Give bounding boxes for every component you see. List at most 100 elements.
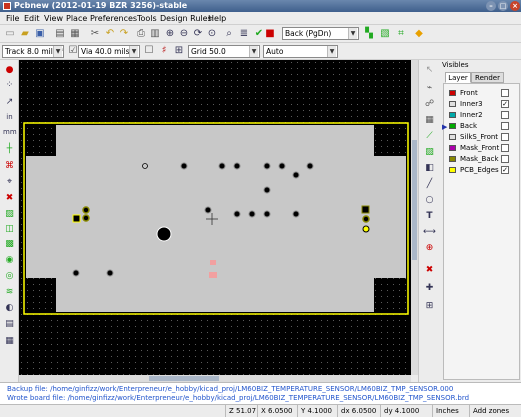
grid-icon[interactable]: ⊞ xyxy=(172,44,186,58)
track-width-select[interactable]: Track 8.0 mils * ▼ xyxy=(2,45,64,58)
layer-checkbox[interactable] xyxy=(501,144,509,152)
layer-checkbox[interactable]: ✓ xyxy=(501,100,509,108)
grid-origin-icon[interactable]: ⊞ xyxy=(423,300,436,313)
add-line-icon[interactable]: ╱ xyxy=(423,178,436,191)
horizontal-scrollbar[interactable] xyxy=(19,375,411,382)
vertical-scroll-thumb[interactable] xyxy=(412,140,417,260)
menu-preferences[interactable]: Preferences xyxy=(90,14,137,23)
add-module-icon[interactable]: ▦ xyxy=(423,114,436,127)
high-contrast-icon[interactable]: ◐ xyxy=(3,302,16,315)
layers-manager-icon[interactable]: ▤ xyxy=(3,318,16,331)
delete-icon[interactable]: ✖ xyxy=(423,264,436,277)
track-sketch-icon[interactable]: ≋ xyxy=(3,286,16,299)
minimize-icon[interactable]: – xyxy=(486,1,496,11)
tab-layer[interactable]: Layer xyxy=(445,72,471,83)
menu-file[interactable]: File xyxy=(6,14,19,23)
select-arrow-icon[interactable]: ↖ xyxy=(423,64,436,77)
cut-icon[interactable]: ✂ xyxy=(88,27,102,41)
via-size-select[interactable]: Via 40.0 mils * ▼ xyxy=(78,45,140,58)
zone-display-icon[interactable]: ▨ xyxy=(3,208,16,221)
microvia-icon[interactable]: ♯ xyxy=(157,44,171,58)
autodelete-track-icon[interactable]: ✖ xyxy=(3,192,16,205)
layer-row-inner2[interactable]: Inner2 xyxy=(445,110,519,120)
add-circle-icon[interactable]: ○ xyxy=(423,194,436,207)
layer-select[interactable]: Back (PgDn) ▼ xyxy=(282,27,359,40)
layer-swatch[interactable] xyxy=(449,167,456,173)
new-board-icon[interactable]: ▭ xyxy=(3,27,17,41)
find-icon[interactable]: ⌕ xyxy=(222,27,236,41)
highlight-net-icon[interactable]: ⌁ xyxy=(423,82,436,95)
layer-pair-icon[interactable]: ▚ xyxy=(362,27,376,41)
zone-outline-icon[interactable]: ◫ xyxy=(3,223,16,236)
redo-icon[interactable]: ↷ xyxy=(117,27,131,41)
grid-select[interactable]: Grid 50.0 ▼ xyxy=(188,45,260,58)
module-ratsnest-icon[interactable]: ⌖ xyxy=(3,176,16,189)
add-text-icon[interactable]: T xyxy=(423,210,436,223)
layer-swatch[interactable] xyxy=(449,134,456,140)
layer-row-front[interactable]: Front xyxy=(445,88,519,98)
zoom-in-icon[interactable]: ⊕ xyxy=(163,27,177,41)
via-sketch-icon[interactable]: ◎ xyxy=(3,270,16,283)
maximize-icon[interactable]: □ xyxy=(498,1,508,11)
layer-swatch[interactable] xyxy=(449,112,456,118)
layer-swatch[interactable] xyxy=(449,156,456,162)
menu-tools[interactable]: Tools xyxy=(137,14,157,23)
layer-row-inner3[interactable]: Inner3 ✓ xyxy=(445,99,519,109)
zone-fill-icon[interactable]: ▩ xyxy=(3,238,16,251)
menu-design-rules[interactable]: Design Rules xyxy=(160,14,212,23)
ratsnest-icon[interactable]: ⌘ xyxy=(3,160,16,173)
freeroute-icon[interactable]: ⌗ xyxy=(394,27,408,41)
print-icon[interactable]: ⎙ xyxy=(134,27,148,41)
microwave-icon[interactable]: ▦ xyxy=(3,335,16,348)
mode-icon[interactable]: ◆ xyxy=(412,27,426,41)
units-inch-icon[interactable]: in xyxy=(3,111,16,124)
layer-checkbox[interactable] xyxy=(501,89,509,97)
layer-row-pcb-edges[interactable]: PCB_Edges ✓ xyxy=(445,165,519,175)
menu-help[interactable]: Help xyxy=(208,14,226,23)
tab-render[interactable]: Render xyxy=(471,72,504,83)
plot-icon[interactable]: ▥ xyxy=(148,27,162,41)
save-icon[interactable]: ▣ xyxy=(33,27,47,41)
grid-toggle-icon[interactable]: ⁘ xyxy=(3,79,16,92)
page-settings-icon[interactable]: ▤ xyxy=(53,27,67,41)
layer-checkbox[interactable] xyxy=(501,133,509,141)
add-zone-icon[interactable]: ▨ xyxy=(423,146,436,159)
horizontal-scroll-thumb[interactable] xyxy=(149,376,219,381)
open-icon[interactable]: ▰ xyxy=(18,27,32,41)
pcb-canvas[interactable] xyxy=(19,60,418,375)
units-mm-icon[interactable]: mm xyxy=(3,126,17,139)
close-icon[interactable]: × xyxy=(510,1,520,11)
layer-checkbox[interactable] xyxy=(501,111,509,119)
undo-icon[interactable]: ↶ xyxy=(103,27,117,41)
add-track-icon[interactable]: ⟋ xyxy=(423,130,436,143)
menu-view[interactable]: View xyxy=(44,14,63,23)
layer-row-silks-front[interactable]: SilkS_Front xyxy=(445,132,519,142)
layer-checkbox[interactable] xyxy=(501,122,509,130)
via-options-icon[interactable]: ☐ xyxy=(142,44,156,58)
menu-place[interactable]: Place xyxy=(66,14,87,23)
layer-row-mask-back[interactable]: Mask_Back xyxy=(445,154,519,164)
menu-edit[interactable]: Edit xyxy=(24,14,40,23)
layer-checkbox[interactable]: ✓ xyxy=(501,166,509,174)
layer-row-mask-front[interactable]: Mask_Front xyxy=(445,143,519,153)
pad-sketch-icon[interactable]: ◉ xyxy=(3,254,16,267)
layer-checkbox[interactable] xyxy=(501,155,509,163)
library-icon[interactable]: ▦ xyxy=(68,27,82,41)
zoom-select[interactable]: Auto ▼ xyxy=(263,45,338,58)
zoom-redraw-icon[interactable]: ⟳ xyxy=(191,27,205,41)
drc-off-icon[interactable]: ● xyxy=(3,64,16,77)
layer-row-back[interactable]: ▶ Back xyxy=(442,121,519,131)
zoom-out-icon[interactable]: ⊖ xyxy=(177,27,191,41)
add-dimension-icon[interactable]: ⟷ xyxy=(423,226,436,239)
layer-swatch[interactable] xyxy=(449,145,456,151)
polar-coords-icon[interactable]: ↗ xyxy=(3,96,16,109)
cursor-shape-icon[interactable]: ┼ xyxy=(3,143,16,156)
layer-swatch[interactable] xyxy=(449,123,456,129)
zoom-fit-icon[interactable]: ⊙ xyxy=(205,27,219,41)
netlist-icon[interactable]: ≣ xyxy=(237,27,251,41)
layer-swatch[interactable] xyxy=(449,90,456,96)
add-target-icon[interactable]: ⊕ xyxy=(423,242,436,255)
local-ratsnest-icon[interactable]: ☍ xyxy=(423,98,436,111)
autoroute-icon[interactable]: ▧ xyxy=(378,27,392,41)
layer-swatch[interactable] xyxy=(449,101,456,107)
